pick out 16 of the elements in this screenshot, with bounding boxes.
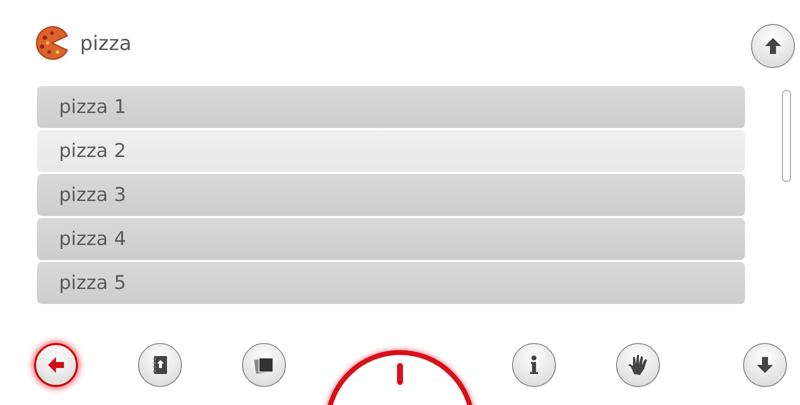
list-item[interactable]: pizza 4 [37,218,745,260]
info-button[interactable] [512,343,556,387]
list-item[interactable]: pizza 2 [37,130,745,172]
list-item[interactable]: pizza 3 [37,174,745,216]
list-item[interactable]: pizza 5 [37,262,745,304]
photos-button[interactable] [242,343,286,387]
scrollbar-thumb[interactable] [782,90,791,182]
glove-button[interactable] [616,343,660,387]
pizza-icon [34,25,70,61]
back-button[interactable] [34,343,78,387]
glove-icon [626,353,650,377]
scroll-up-button[interactable] [750,24,794,68]
header-title: pizza [80,31,132,55]
list-item[interactable]: pizza 1 [37,86,745,128]
scroll-down-button[interactable] [743,343,787,387]
notebook-button[interactable] [138,343,182,387]
